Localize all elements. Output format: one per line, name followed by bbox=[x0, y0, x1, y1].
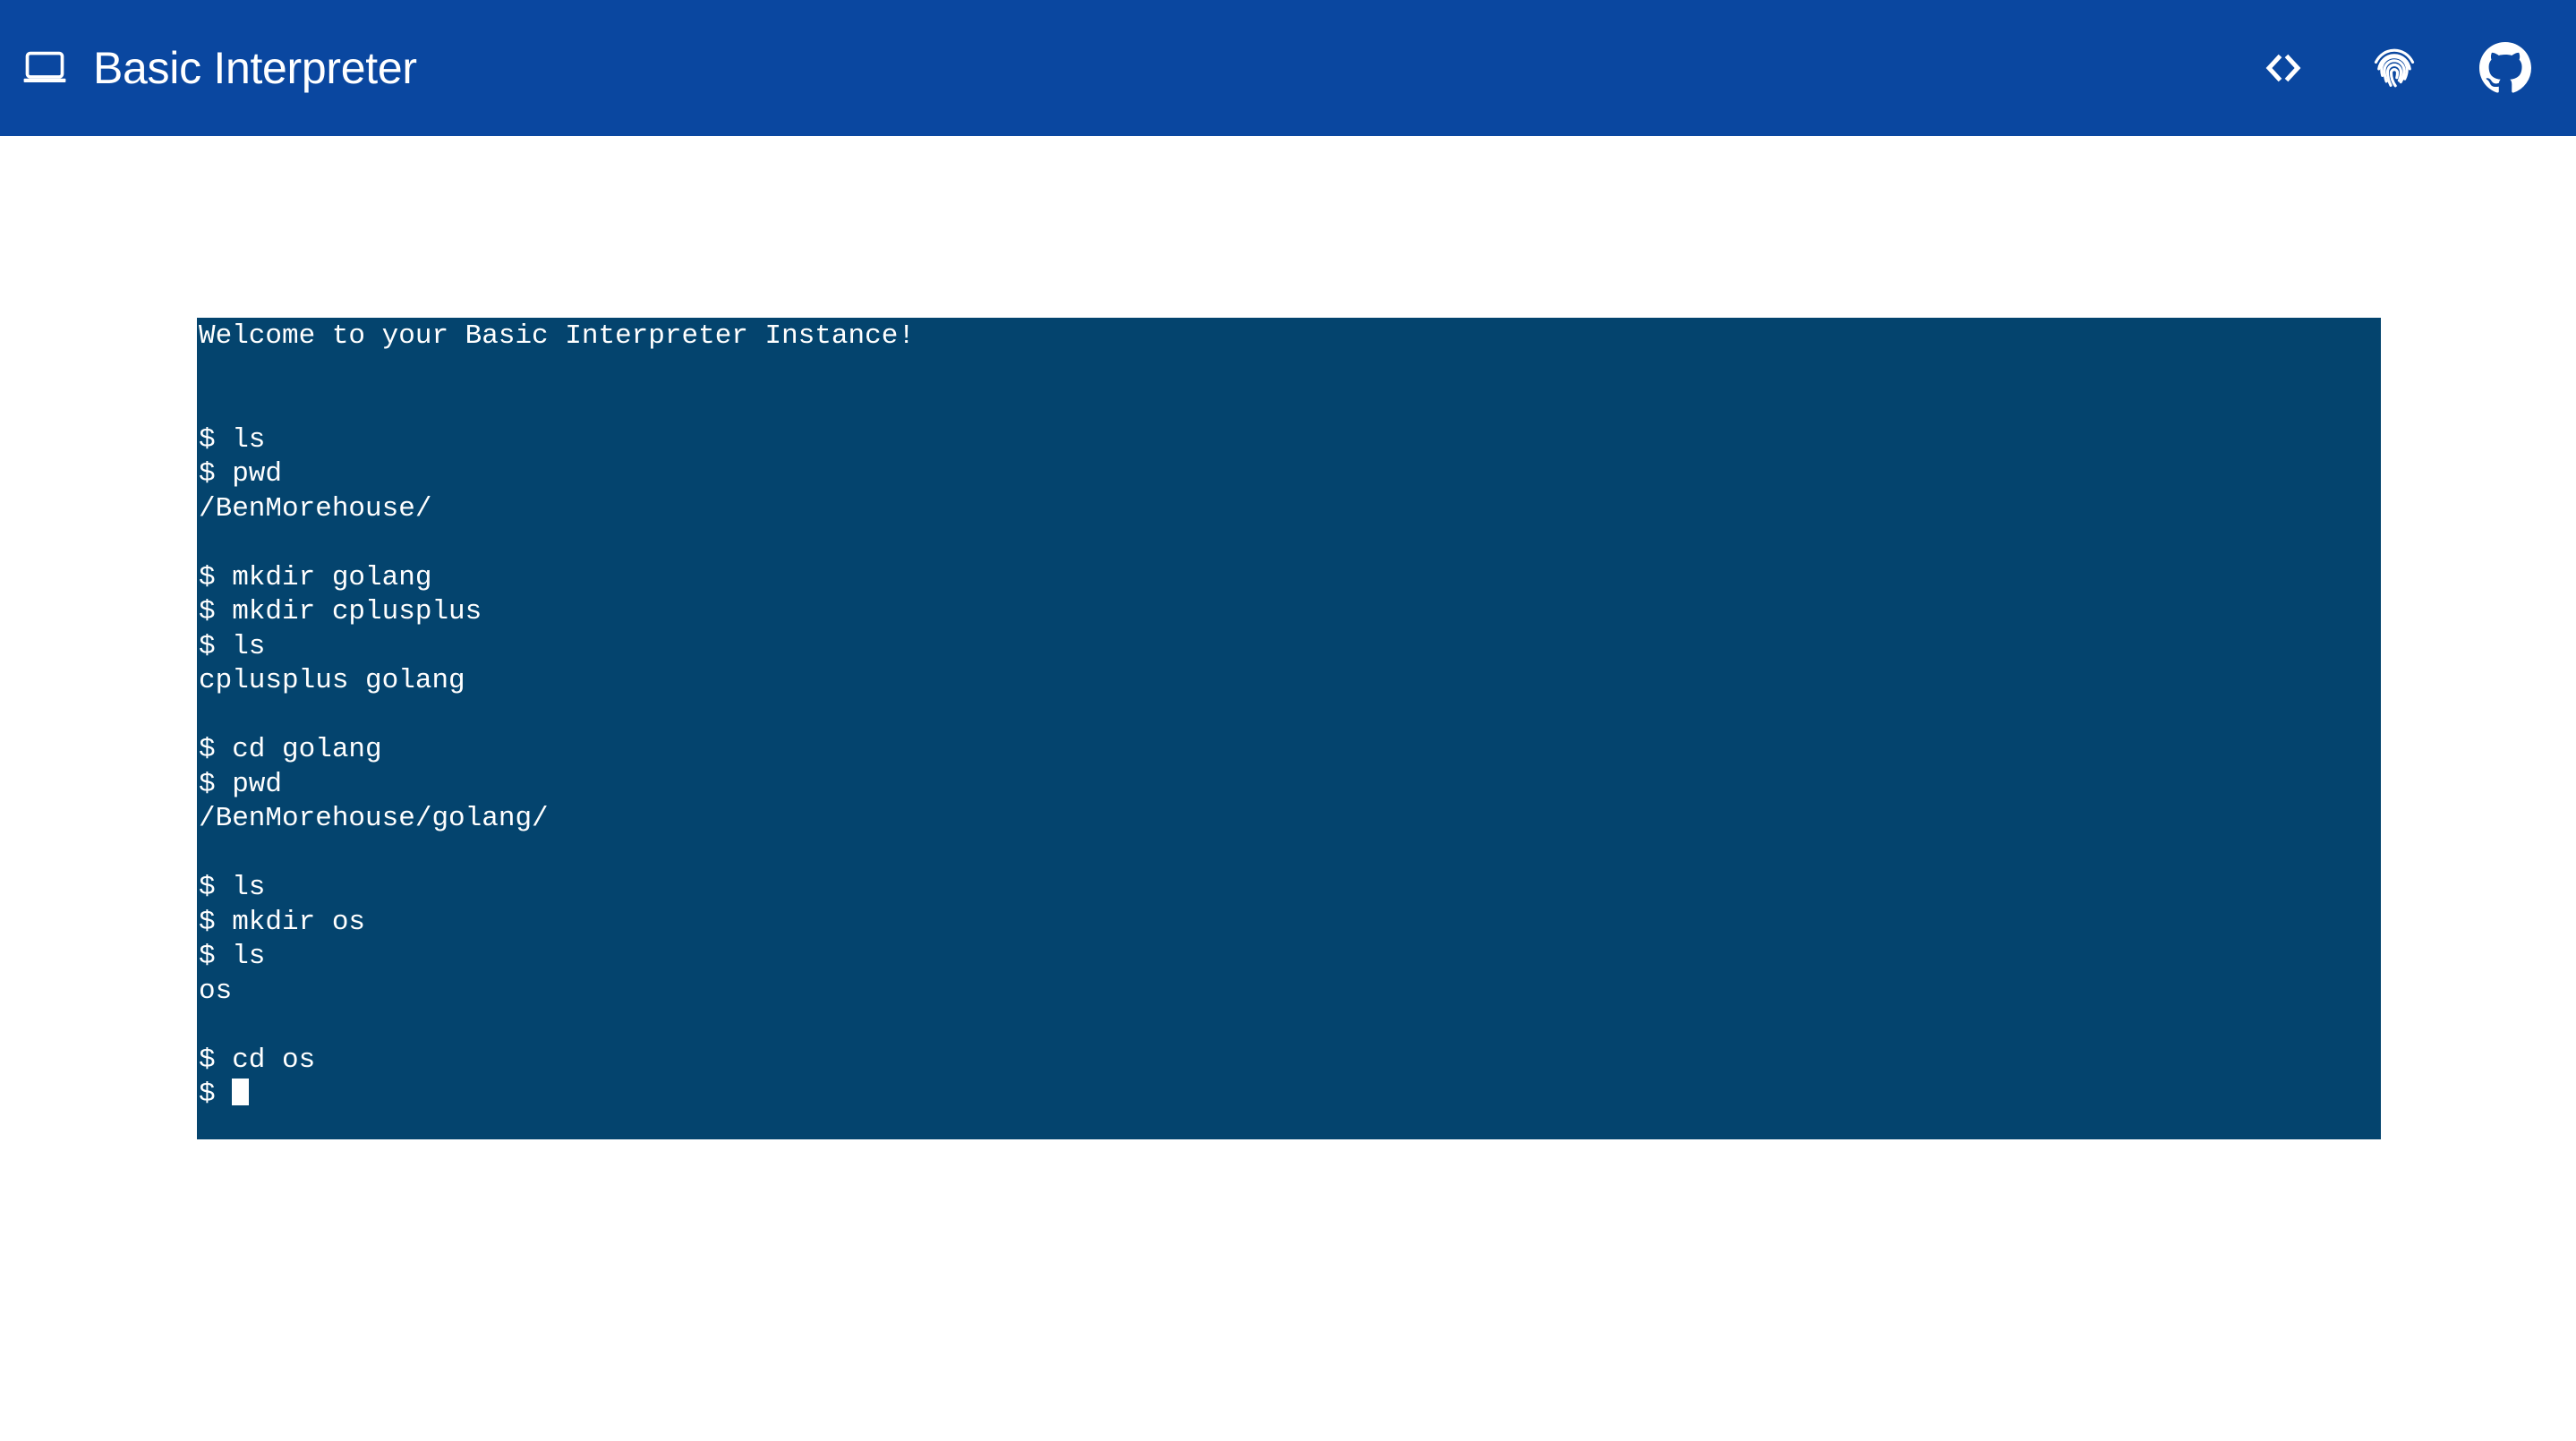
terminal-line: $ ls bbox=[199, 872, 266, 903]
fingerprint-icon[interactable] bbox=[2368, 42, 2420, 94]
terminal-line: $ mkdir golang bbox=[199, 561, 432, 593]
terminal-line: $ ls bbox=[199, 423, 266, 456]
terminal-line: Welcome to your Basic Interpreter Instan… bbox=[199, 320, 915, 352]
terminal-prompt: $ bbox=[199, 1079, 233, 1110]
laptop-icon bbox=[20, 43, 70, 93]
terminal-line: $ pwd bbox=[199, 768, 283, 800]
terminal-line: $ cd golang bbox=[199, 734, 382, 765]
terminal-input-line[interactable]: $ bbox=[199, 1078, 2381, 1113]
terminal-window[interactable]: Welcome to your Basic Interpreter Instan… bbox=[197, 318, 2381, 1139]
page-title: Basic Interpreter bbox=[93, 43, 417, 93]
terminal-line: $ ls bbox=[199, 630, 266, 662]
terminal-line: $ mkdir cplusplus bbox=[199, 596, 482, 627]
terminal-line: $ mkdir os bbox=[199, 906, 366, 938]
brand: Basic Interpreter bbox=[20, 43, 417, 93]
app-header: Basic Interpreter bbox=[0, 0, 2576, 136]
github-icon[interactable] bbox=[2479, 42, 2531, 94]
terminal-line: os bbox=[199, 975, 233, 1007]
terminal-line: $ cd os bbox=[199, 1044, 316, 1076]
terminal-cursor bbox=[232, 1079, 250, 1105]
terminal-line: $ ls bbox=[199, 941, 266, 972]
terminal-line: $ pwd bbox=[199, 458, 283, 490]
header-actions bbox=[2257, 42, 2531, 94]
terminal-line: cplusplus golang bbox=[199, 665, 465, 696]
terminal-output: Welcome to your Basic Interpreter Instan… bbox=[197, 318, 2381, 1113]
terminal-line: /BenMorehouse/ bbox=[199, 492, 432, 524]
terminal-line: /BenMorehouse/golang/ bbox=[199, 803, 549, 834]
code-icon[interactable] bbox=[2257, 42, 2309, 94]
